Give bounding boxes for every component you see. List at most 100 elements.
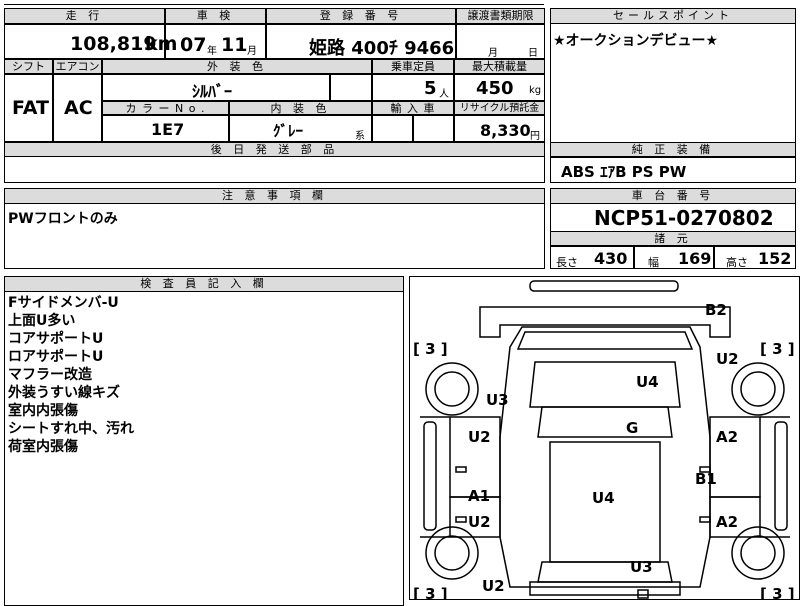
registration-value: 姫路 400ﾁ 9466 — [309, 38, 455, 59]
left-handle-1 — [455, 466, 467, 473]
width-label: 幅 — [648, 256, 659, 269]
tow-hook-shape — [637, 589, 649, 599]
inspector-note: コアサポートU — [8, 331, 104, 347]
inspector-label: 検 査 員 記 入 欄 — [4, 276, 404, 292]
notes-label: 注 意 事 項 欄 — [4, 188, 545, 204]
recycle-unit: 円 — [530, 131, 540, 142]
inspector-note: ロアサポートU — [8, 349, 104, 365]
mark-u2-fr: U2 — [716, 350, 739, 368]
mark-u4-hood: U4 — [636, 373, 659, 391]
color-no-value: 1E7 — [151, 120, 185, 139]
shift-value: FAT — [12, 97, 49, 119]
transfer-day-unit: 日 — [528, 48, 538, 59]
length-label: 長さ — [556, 256, 578, 269]
shift-label: シフト — [4, 59, 53, 74]
width-value: 169 — [678, 249, 712, 268]
recycle-label: リサイクル預託金 — [454, 101, 545, 115]
max-load-unit: kg — [529, 85, 542, 96]
right-handle-2 — [699, 516, 711, 523]
exterior-color-sub-cell — [330, 74, 372, 101]
interior-color-suffix: 系 — [355, 131, 365, 142]
top-clipped-strip — [4, 0, 544, 5]
later-parts-label: 後 日 発 送 部 品 — [4, 142, 545, 157]
aircon-label: エアコン — [53, 59, 102, 74]
mark-a2-fr-door: A2 — [716, 428, 738, 446]
recycle-value: 8,330 — [480, 121, 531, 140]
mark-tire-rl: [ 3 ] — [413, 585, 448, 600]
interior-color-value: ｸﾞﾚｰ — [273, 122, 304, 140]
height-label: 高さ — [726, 256, 748, 269]
sales-point-label: セールスポイント — [550, 8, 796, 24]
mark-tire-rr: [ 3 ] — [760, 585, 795, 600]
inspector-note: シートすれ中、汚れ — [8, 421, 134, 437]
mark-tire-fr: [ 3 ] — [760, 340, 795, 358]
transfer-deadline-label: 譲渡書類期限 — [456, 8, 545, 24]
inspector-note: 外装うすい線キズ — [8, 385, 120, 401]
rear-bumper-shape — [529, 581, 681, 596]
mark-u4-roof: U4 — [592, 489, 615, 507]
color-no-label: カ ラ ー N o . — [102, 101, 229, 115]
capacity-label: 乗車定員 — [372, 59, 454, 74]
equipment-label: 純 正 装 備 — [550, 142, 796, 157]
front-bumper-shape — [529, 280, 679, 292]
inspector-note: マフラー改造 — [8, 367, 92, 383]
import-label: 輸 入 車 — [372, 101, 454, 115]
rear-right-wheel-inner — [740, 535, 776, 571]
chassis-label: 車 台 番 号 — [550, 188, 796, 204]
dims-label: 諸 元 — [550, 231, 796, 246]
rear-right-wheel — [731, 526, 785, 580]
mark-a2-rr-door: A2 — [716, 513, 738, 531]
mark-u2-fl-door: U2 — [468, 428, 491, 446]
mark-a1-rl-door: A1 — [468, 487, 490, 505]
max-load-value: 450 — [476, 78, 514, 99]
length-value: 430 — [594, 249, 628, 268]
mark-tire-fl: [ 3 ] — [413, 340, 448, 358]
mark-u2-rl-door: U2 — [468, 513, 491, 531]
notes-text: PWフロントのみ — [8, 211, 118, 227]
mileage-label: 走 行 — [4, 8, 165, 24]
front-right-wheel — [731, 362, 785, 416]
exterior-color-label: 外 装 色 — [102, 59, 372, 74]
left-pillar-shape — [423, 421, 437, 531]
cowl-shape — [537, 406, 673, 438]
mileage-unit: km — [145, 33, 178, 55]
equipment-value: ABS ｴｱB PS PW — [561, 163, 687, 181]
import-cell-a — [372, 115, 413, 142]
mark-u2-rear: U2 — [482, 577, 505, 595]
inspector-note: 室内内張傷 — [8, 403, 78, 419]
body-outline — [499, 326, 711, 588]
mileage-value: 108,819 — [70, 33, 157, 55]
inspector-note: 荷室内張傷 — [8, 439, 78, 455]
month-unit: 月 — [247, 46, 257, 57]
mark-u3-fl: U3 — [486, 391, 509, 409]
inspector-note: Fサイドメンバ-U — [8, 295, 119, 311]
inspection-label: 車 検 — [165, 8, 266, 24]
inspector-notes-list: Fサイドメンバ-U 上面U多い コアサポートU ロアサポートU マフラー改造 外… — [8, 294, 134, 456]
mark-b2: B2 — [705, 301, 727, 319]
mark-b1: B1 — [695, 470, 717, 488]
front-right-wheel-inner — [740, 371, 776, 407]
transfer-month-unit: 月 — [488, 48, 498, 59]
sales-point-panel — [550, 8, 796, 143]
left-handle-2 — [455, 516, 467, 523]
import-cell-b — [413, 115, 454, 142]
mark-g: G — [626, 419, 638, 437]
hood-shape — [516, 331, 694, 350]
capacity-unit: 人 — [439, 89, 449, 100]
exterior-color-value: ｼﾙﾊﾞｰ — [192, 82, 233, 101]
interior-color-label: 内 装 色 — [229, 101, 372, 115]
height-value: 152 — [758, 249, 792, 268]
inspection-month: 11 — [221, 34, 248, 56]
aircon-value: AC — [64, 97, 93, 119]
right-pillar-shape — [774, 421, 788, 531]
sales-point-text: ★オークションデビュー★ — [553, 33, 719, 49]
registration-label: 登 録 番 号 — [266, 8, 456, 24]
damage-diagram: B2 [ 3 ] [ 3 ] U2 U4 U3 G U2 A2 B1 A1 U4… — [409, 276, 800, 600]
year-unit: 年 — [207, 46, 217, 57]
capacity-value: 5 — [424, 78, 437, 99]
front-left-wheel-inner — [434, 371, 470, 407]
car-outline-svg: B2 [ 3 ] [ 3 ] U2 U4 U3 G U2 A2 B1 A1 U4… — [413, 280, 795, 600]
rear-left-wheel-inner — [434, 535, 470, 571]
mark-u3-trunk: U3 — [630, 558, 653, 576]
rear-left-wheel — [425, 526, 479, 580]
